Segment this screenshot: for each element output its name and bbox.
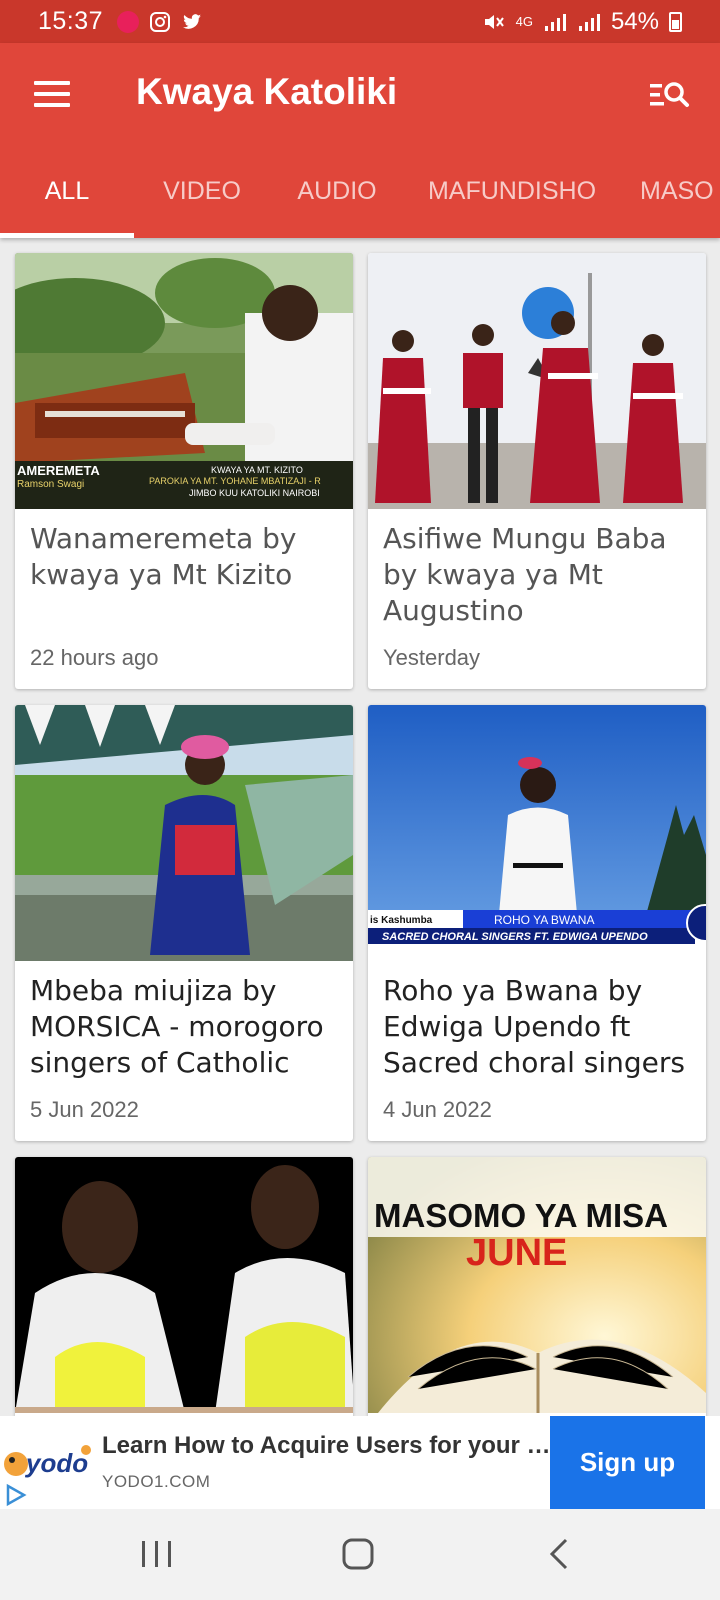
video-thumbnail bbox=[368, 253, 706, 509]
card-timestamp: Yesterday bbox=[383, 645, 481, 670]
card-timestamp: 4 Jun 2022 bbox=[383, 1097, 492, 1122]
signal-icon-2 bbox=[578, 13, 600, 31]
thumb-caption-line1: KWAYA YA MT. KIZITO bbox=[211, 465, 303, 475]
search-list-icon[interactable] bbox=[648, 78, 690, 112]
tab-all[interactable]: ALL bbox=[0, 173, 134, 238]
battery-level: 54% bbox=[610, 7, 659, 35]
tab-bar: ALL VIDEO AUDIO MAFUNDISHO MASO bbox=[0, 173, 720, 238]
tab-mafundisho[interactable]: MAFUNDISHO bbox=[420, 173, 604, 238]
card-title: Wanameremeta by kwaya ya Mt Kizito bbox=[30, 522, 297, 591]
card-title: Mbeba miujiza by MORSICA - morogoro sing… bbox=[30, 974, 324, 1079]
video-card[interactable]: AMEREMETA Ramson Swagi KWAYA YA MT. KIZI… bbox=[15, 253, 353, 689]
video-card[interactable]: Asifiwe Mungu Baba by kwaya ya Mt August… bbox=[368, 253, 706, 689]
ad-domain: YODO1.COM bbox=[102, 1472, 211, 1491]
tab-masomo[interactable]: MASO bbox=[640, 173, 720, 238]
thumb-caption-big: AMEREMETA bbox=[17, 463, 100, 478]
video-thumbnail: is Kashumba ROHO YA BWANA SACRED CHORAL … bbox=[368, 705, 706, 961]
back-icon[interactable] bbox=[514, 1509, 604, 1600]
battery-icon bbox=[669, 11, 682, 32]
status-bar: 15:37 4G 54% bbox=[0, 0, 720, 43]
video-thumbnail: MASOMO YA MISA JUNE bbox=[368, 1157, 706, 1413]
network-type: 4G bbox=[515, 14, 533, 29]
thumb-caption-line2: PAROKIA YA MT. YOHANE MBATIZAJI - R bbox=[149, 476, 321, 486]
menu-button[interactable] bbox=[34, 81, 70, 107]
mute-icon bbox=[484, 14, 504, 29]
system-navigation-bar bbox=[0, 1509, 720, 1600]
hamburger-icon bbox=[34, 81, 70, 85]
thumb-caption-line3: JIMBO KUU KATOLIKI NAIROBI bbox=[189, 488, 320, 498]
thumb-caption-line2: SACRED CHORAL SINGERS FT. EDWIGA UPENDO bbox=[382, 931, 648, 943]
thumb-caption-line2: JUNE bbox=[466, 1232, 567, 1274]
notification-app-icon bbox=[117, 10, 140, 33]
thumb-caption-left: is Kashumba bbox=[370, 915, 433, 926]
card-timestamp: 22 hours ago bbox=[30, 645, 159, 670]
signal-icon bbox=[544, 13, 566, 31]
app-title: Kwaya Katoliki bbox=[136, 71, 398, 112]
card-title: Roho ya Bwana by Edwiga Upendo ft Sacred… bbox=[383, 974, 685, 1079]
twitter-icon bbox=[183, 13, 202, 29]
instagram-icon bbox=[150, 11, 171, 32]
video-card[interactable]: Mbeba miujiza by MORSICA - morogoro sing… bbox=[15, 705, 353, 1141]
app-bar: Kwaya Katoliki ALL VIDEO AUDIO MAFUNDISH… bbox=[0, 43, 720, 238]
tab-audio[interactable]: AUDIO bbox=[284, 173, 390, 238]
adchoices-icon[interactable] bbox=[0, 1481, 30, 1509]
ad-logo-text: yodo bbox=[24, 1448, 88, 1478]
video-thumbnail bbox=[15, 1157, 353, 1413]
ad-headline[interactable]: Learn How to Acquire Users for your … bbox=[102, 1432, 551, 1460]
ad-signup-button[interactable]: Sign up bbox=[550, 1416, 705, 1509]
tab-indicator bbox=[0, 233, 134, 238]
recent-apps-icon[interactable] bbox=[112, 1509, 202, 1600]
card-timestamp: 5 Jun 2022 bbox=[30, 1097, 139, 1122]
home-icon[interactable] bbox=[313, 1509, 403, 1600]
thumb-caption-line1: ROHO YA BWANA bbox=[494, 913, 594, 927]
ad-banner[interactable]: yodo Learn How to Acquire Users for your… bbox=[0, 1416, 720, 1509]
video-card[interactable]: is Kashumba ROHO YA BWANA SACRED CHORAL … bbox=[368, 705, 706, 1141]
status-time: 15:37 bbox=[38, 7, 104, 35]
tab-video[interactable]: VIDEO bbox=[148, 173, 256, 238]
thumb-caption-line1: MASOMO YA MISA bbox=[374, 1197, 668, 1234]
video-thumbnail bbox=[15, 705, 353, 961]
thumb-caption-small: Ramson Swagi bbox=[17, 479, 84, 490]
card-title: Asifiwe Mungu Baba by kwaya ya Mt August… bbox=[383, 522, 667, 627]
video-thumbnail: AMEREMETA Ramson Swagi KWAYA YA MT. KIZI… bbox=[15, 253, 353, 509]
